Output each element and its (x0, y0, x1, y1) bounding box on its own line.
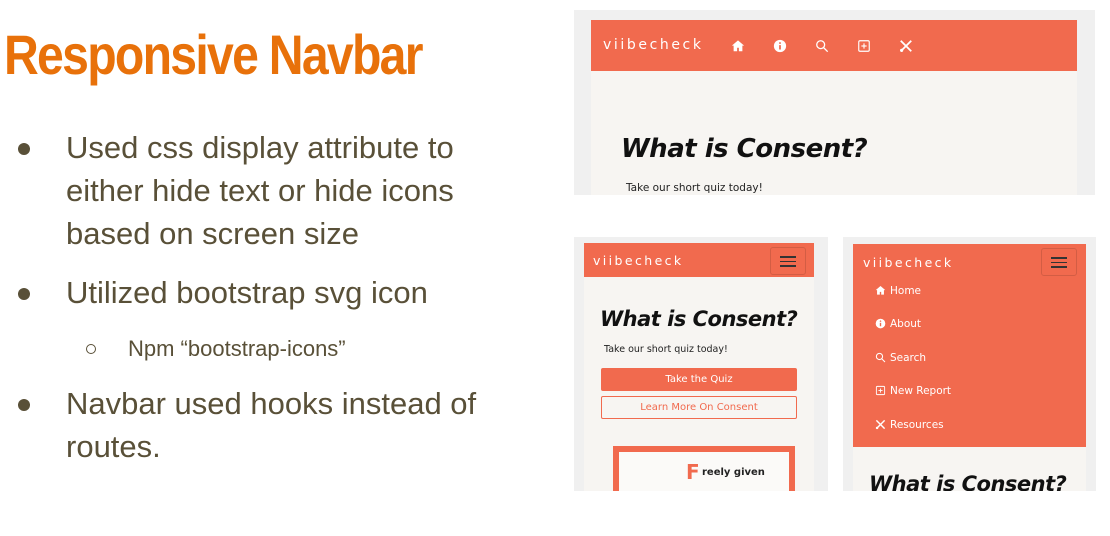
mobile-page: viibecheck Home About Search New Report … (853, 244, 1086, 491)
brand-logo[interactable]: viibecheck (593, 253, 684, 268)
menu-item-label: About (890, 318, 922, 330)
menu-item-label: New Report (890, 385, 952, 397)
brand-logo[interactable]: viibecheck (863, 255, 954, 270)
tools-icon[interactable] (899, 39, 913, 53)
menu-item-home[interactable]: Home (875, 285, 921, 297)
house-icon[interactable] (731, 39, 745, 53)
page-heading: What is Consent? (869, 472, 1067, 491)
menu-item-about[interactable]: About (875, 318, 921, 330)
sub-bullet-text: Npm “bootstrap-icons” (128, 336, 346, 361)
sub-bullet-ring (86, 344, 96, 354)
desktop-screenshot: viibecheck What is Consent? Take our sho… (574, 10, 1095, 195)
mobile-expanded-screenshot: viibecheck Home About Search New Report … (843, 237, 1096, 491)
card-text: reely given (702, 467, 765, 478)
bullet-text: Utilized bootstrap svg icon (66, 275, 428, 310)
plus-square-icon (875, 385, 886, 396)
hamburger-icon[interactable] (770, 247, 806, 275)
menu-item-label: Resources (890, 419, 944, 431)
mobile-page: viibecheck What is Consent? Take our sho… (584, 243, 814, 491)
card-letter: F (686, 460, 700, 484)
info-circle-icon (875, 318, 886, 329)
hamburger-icon[interactable] (1041, 248, 1077, 276)
page-subtext: Take our short quiz today! (604, 344, 728, 355)
mobile-collapsed-screenshot: viibecheck What is Consent? Take our sho… (574, 237, 828, 491)
menu-item-new-report[interactable]: New Report (875, 385, 951, 397)
consent-card: F reely given (613, 446, 795, 491)
page-subtext: Take our short quiz today! (626, 182, 763, 194)
page-heading: What is Consent? (600, 307, 798, 331)
menu-item-resources[interactable]: Resources (875, 419, 944, 431)
mobile-navbar-expanded: viibecheck Home About Search New Report … (853, 244, 1086, 447)
bullet-dot (18, 399, 30, 411)
menu-item-label: Search (890, 352, 927, 364)
mobile-navbar: viibecheck (584, 243, 814, 277)
desktop-navbar: viibecheck (591, 20, 1077, 71)
tools-icon (875, 419, 886, 430)
take-quiz-button[interactable]: Take the Quiz (601, 368, 797, 391)
page-heading: What is Consent? (621, 134, 868, 164)
search-icon[interactable] (815, 39, 829, 53)
learn-more-button[interactable]: Learn More On Consent (601, 396, 797, 419)
bullet-dot (18, 288, 30, 300)
info-circle-icon[interactable] (773, 39, 787, 53)
search-icon (875, 352, 886, 363)
bullet-text: Navbar used hooks instead of routes. (66, 386, 477, 464)
menu-item-search[interactable]: Search (875, 352, 926, 364)
plus-square-icon[interactable] (857, 39, 871, 53)
brand-logo[interactable]: viibecheck (603, 37, 704, 53)
bullet-list: Used css display attribute to either hid… (0, 0, 540, 536)
house-icon (875, 286, 886, 295)
bullet-text: Used css display attribute to either hid… (66, 130, 454, 251)
bullet-dot (18, 143, 30, 155)
menu-item-label: Home (890, 285, 922, 297)
desktop-page: viibecheck What is Consent? Take our sho… (591, 20, 1077, 195)
